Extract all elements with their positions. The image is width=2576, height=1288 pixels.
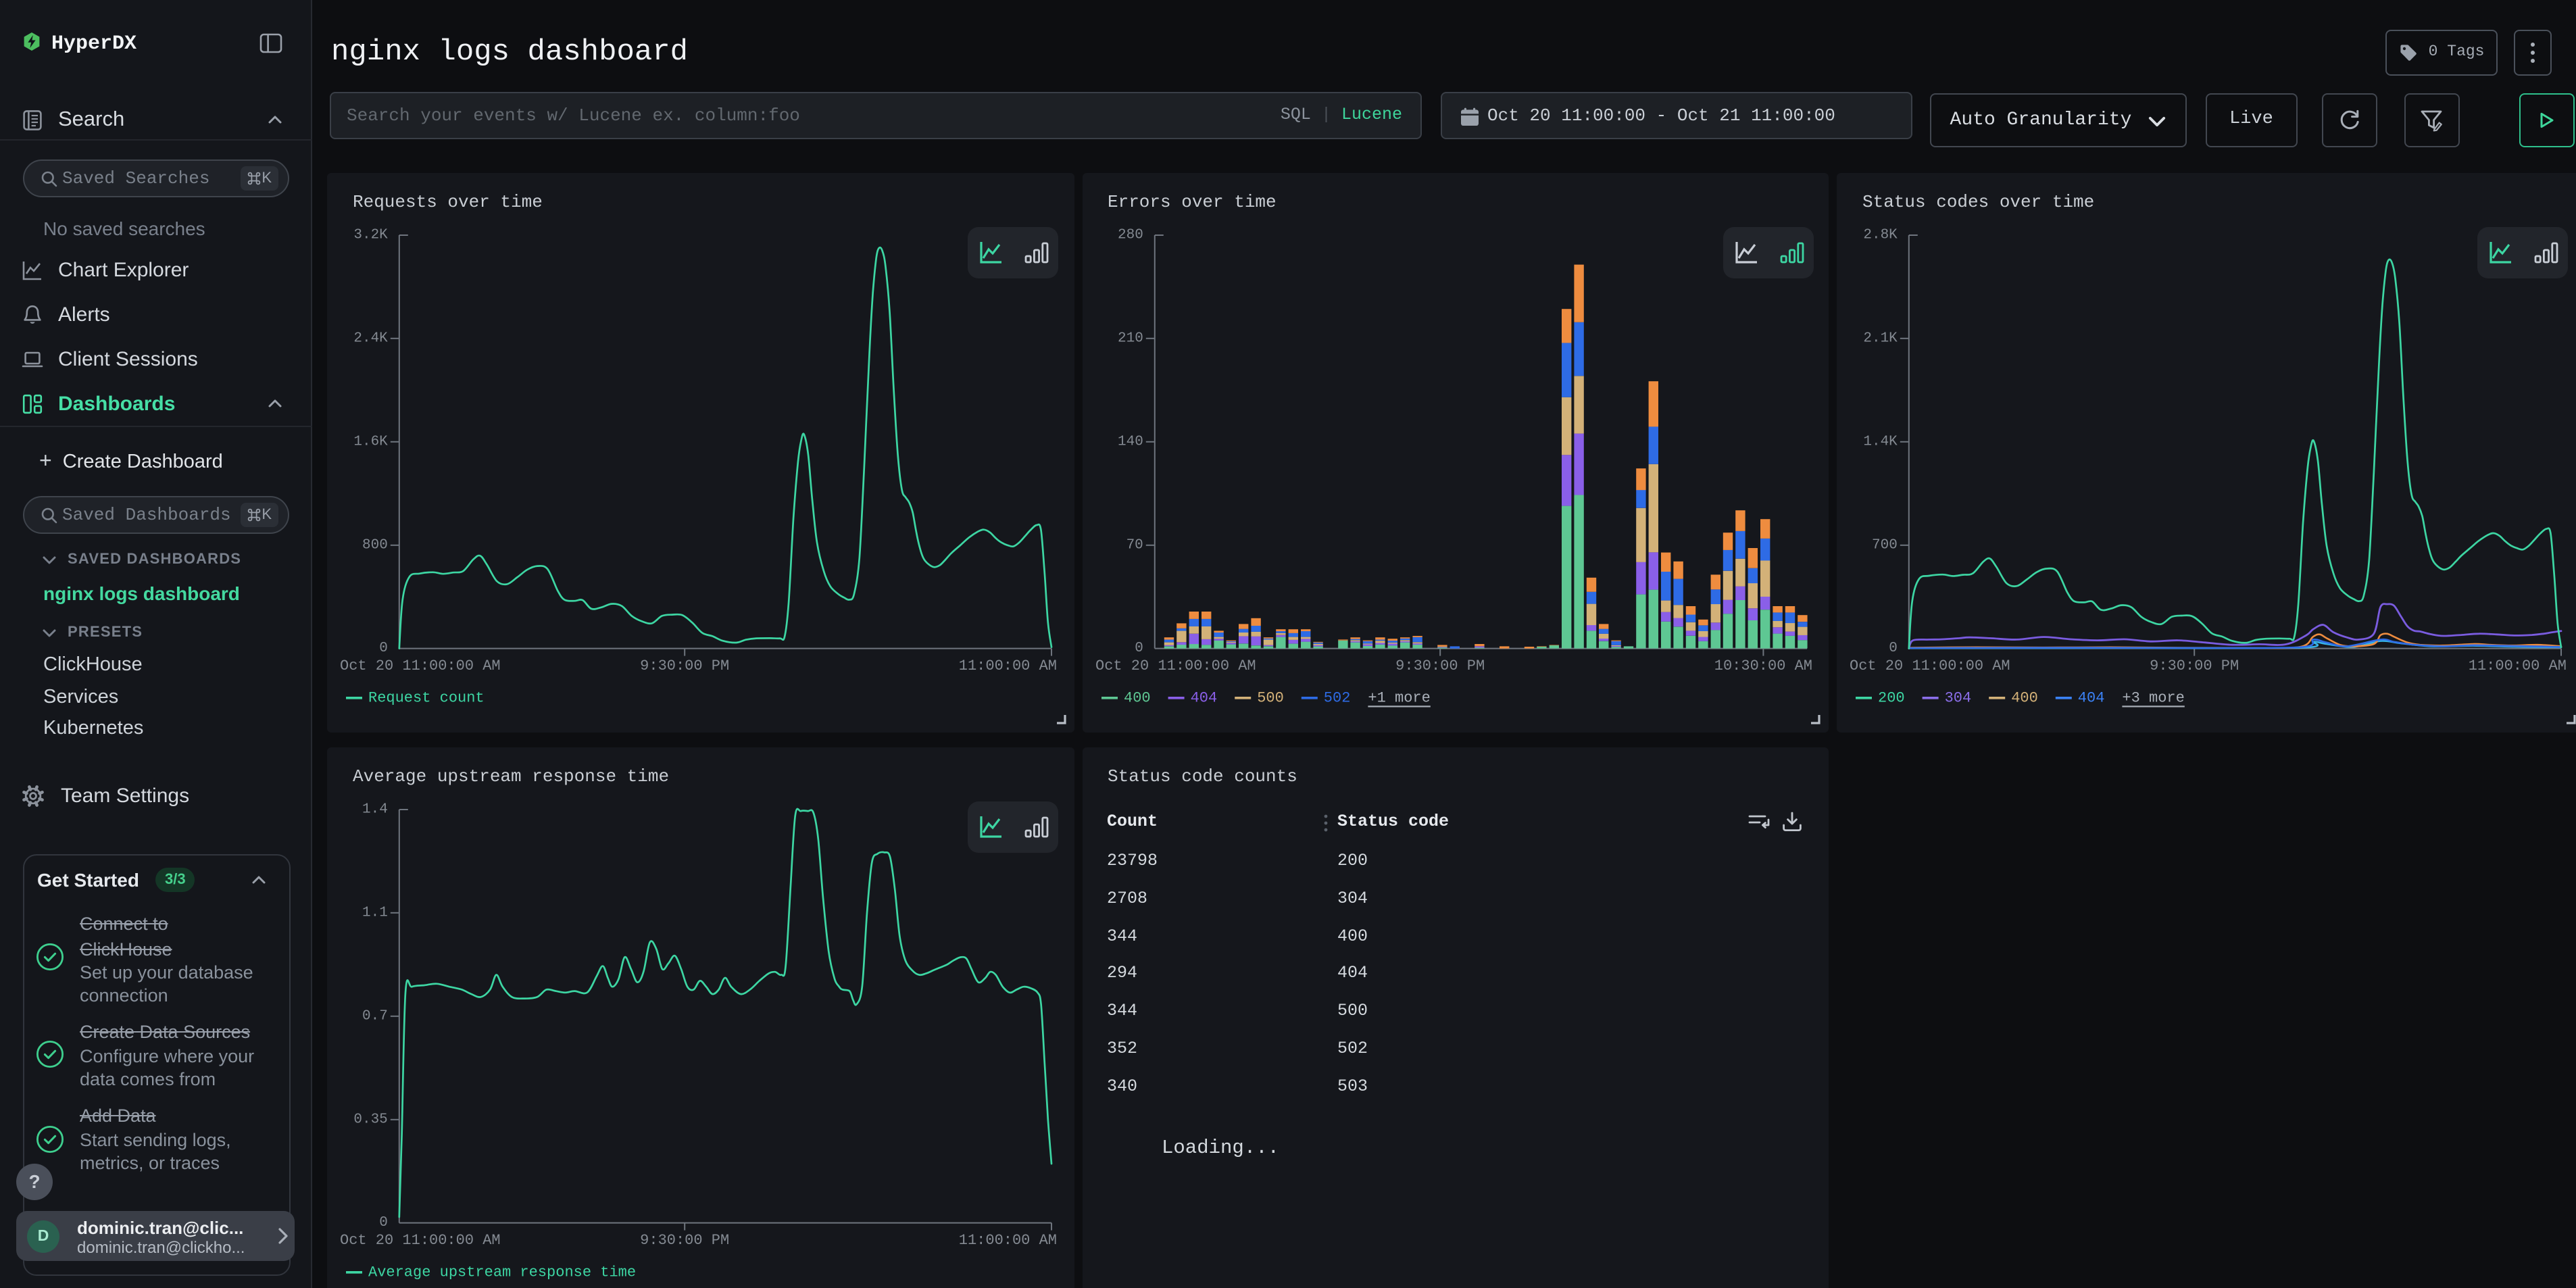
svg-text:404: 404	[2078, 689, 2105, 706]
svg-text:Oct 20 11:00:00 AM: Oct 20 11:00:00 AM	[1850, 658, 2010, 674]
svg-text:400: 400	[2011, 689, 2038, 706]
svg-text:200: 200	[1878, 689, 1905, 706]
svg-text:1.6K: 1.6K	[353, 434, 388, 449]
svg-text:0.7: 0.7	[362, 1008, 388, 1024]
svg-text:800: 800	[362, 537, 388, 553]
svg-text:2.8K: 2.8K	[1863, 228, 1898, 243]
svg-text:Oct 20 11:00:00 AM: Oct 20 11:00:00 AM	[1095, 658, 1256, 674]
svg-text:502: 502	[1323, 689, 1350, 706]
svg-text:404: 404	[1190, 689, 1217, 706]
svg-text:3.2K: 3.2K	[353, 228, 388, 243]
svg-text:11:00:00 AM: 11:00:00 AM	[959, 1232, 1057, 1249]
svg-text:9:30:00 PM: 9:30:00 PM	[640, 1232, 729, 1249]
svg-text:1.4K: 1.4K	[1863, 434, 1898, 449]
svg-text:1.4: 1.4	[362, 802, 388, 818]
svg-text:2.1K: 2.1K	[1863, 330, 1898, 346]
svg-text:140: 140	[1117, 434, 1143, 449]
svg-text:0: 0	[1134, 641, 1143, 656]
svg-text:210: 210	[1117, 330, 1143, 346]
svg-text:500: 500	[1256, 689, 1283, 706]
svg-text:9:30:00 PM: 9:30:00 PM	[2150, 658, 2239, 674]
svg-text:0: 0	[379, 1215, 388, 1231]
svg-text:Request count: Request count	[368, 689, 485, 706]
svg-text:11:00:00 AM: 11:00:00 AM	[2469, 658, 2567, 674]
svg-text:304: 304	[1945, 689, 1972, 706]
svg-text:+1 more: +1 more	[1367, 689, 1429, 706]
svg-text:+3 more: +3 more	[2122, 689, 2184, 706]
svg-text:70: 70	[1126, 537, 1143, 553]
svg-text:0.35: 0.35	[353, 1112, 387, 1127]
svg-text:400: 400	[1123, 689, 1150, 706]
svg-text:9:30:00 PM: 9:30:00 PM	[640, 658, 729, 674]
svg-text:0: 0	[379, 641, 388, 656]
svg-text:700: 700	[1872, 537, 1898, 553]
svg-text:Oct 20 11:00:00 AM: Oct 20 11:00:00 AM	[340, 1232, 501, 1249]
svg-text:1.1: 1.1	[362, 905, 388, 920]
svg-text:Average upstream response time: Average upstream response time	[368, 1264, 636, 1281]
svg-text:0: 0	[1889, 641, 1898, 656]
svg-text:Oct 20 11:00:00 AM: Oct 20 11:00:00 AM	[340, 658, 501, 674]
svg-text:280: 280	[1117, 228, 1143, 243]
svg-text:10:30:00 AM: 10:30:00 AM	[1714, 658, 1812, 674]
svg-text:9:30:00 PM: 9:30:00 PM	[1395, 658, 1484, 674]
svg-text:2.4K: 2.4K	[353, 330, 388, 346]
svg-text:11:00:00 AM: 11:00:00 AM	[959, 658, 1057, 674]
